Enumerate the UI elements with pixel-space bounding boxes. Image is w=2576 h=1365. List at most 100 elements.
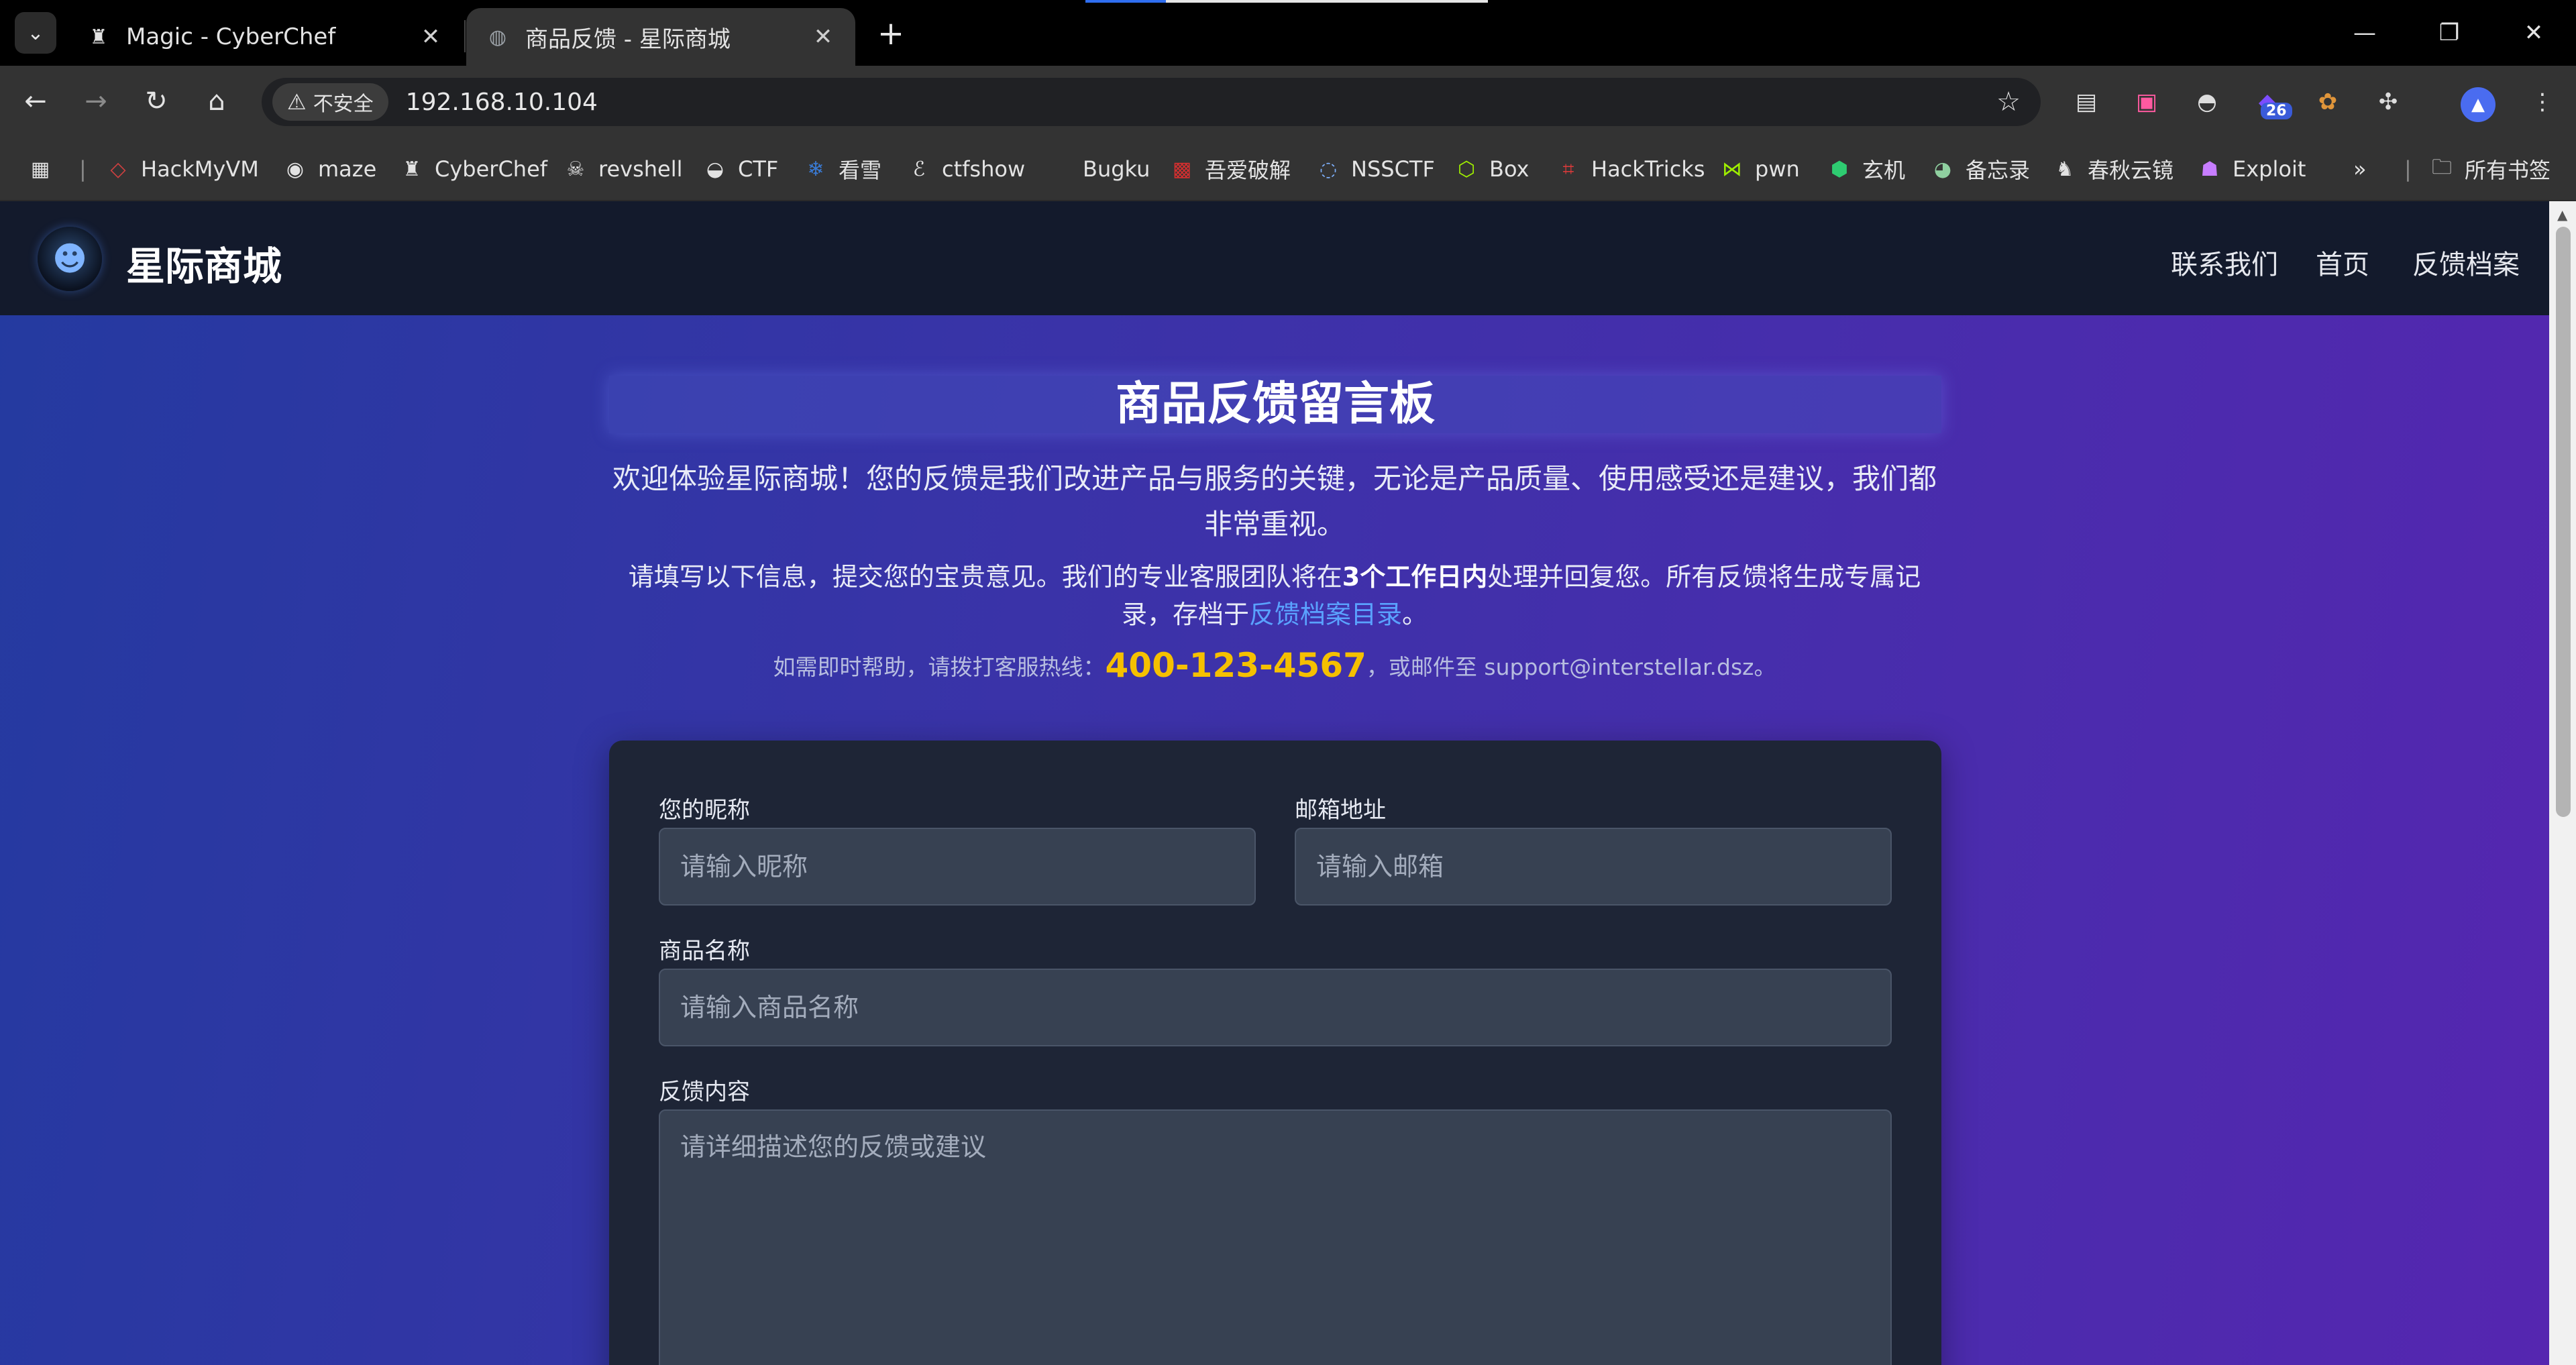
ninja-icon: ℰ: [912, 157, 926, 181]
restore-icon[interactable]: ❐: [2407, 0, 2491, 66]
bookmark-ctfshow[interactable]: ℰctfshow: [906, 150, 1025, 188]
archive-link[interactable]: 反馈档案目录: [1249, 600, 1402, 629]
more-bookmarks-icon[interactable]: »: [2353, 150, 2367, 188]
email-label: 邮箱地址: [1295, 797, 1386, 824]
email-input[interactable]: [1295, 828, 1892, 906]
folder-icon: 🗀: [2432, 155, 2452, 179]
bookmarks-divider: |: [2404, 156, 2412, 182]
nav-home[interactable]: 首页: [2316, 243, 2369, 282]
nickname-label: 您的昵称: [659, 797, 750, 824]
product-name-input[interactable]: [659, 969, 1892, 1046]
address-bar[interactable]: ⚠ 不安全 192.168.10.104 ☆: [262, 78, 2041, 126]
nav-contact[interactable]: 联系我们: [2171, 243, 2278, 282]
hacktricks-icon: ⌗: [1562, 157, 1574, 181]
tab-divider: [464, 20, 466, 52]
hotline-number: 400-123-4567: [1105, 646, 1366, 685]
bookmark-52pojie[interactable]: ▩ 吾爱破解: [1169, 150, 1291, 188]
scroll-up-icon[interactable]: ▲: [2557, 207, 2567, 223]
tab-search-button[interactable]: ⌄: [15, 12, 56, 54]
nav-feedback-archive[interactable]: 反馈档案: [2412, 243, 2520, 282]
chunqiu-icon: ♞: [2055, 157, 2074, 181]
feedback-form: 您的昵称 邮箱地址 商品名称 反馈内容: [609, 741, 1941, 1365]
bookmark-memo[interactable]: ◕ 备忘录: [1929, 150, 2030, 188]
profile-avatar-icon[interactable]: ▲: [2461, 87, 2496, 122]
bookmark-maze[interactable]: ◉ maze: [282, 150, 376, 188]
nickname-input[interactable]: [659, 828, 1256, 906]
response-time: 3个工作日内: [1342, 562, 1488, 592]
52pojie-icon: ▩: [1172, 157, 1192, 181]
bookmarks-bar: ▦ | ◇ HackMyVM ◉ maze ♜ CyberChef ☠ revshell…: [0, 135, 2576, 201]
home-icon[interactable]: ⌂: [196, 80, 237, 122]
bookmark-hackmyvm[interactable]: ◇ HackMyVM: [105, 150, 258, 188]
product-label: 商品名称: [659, 938, 750, 965]
close-icon[interactable]: ✕: [417, 23, 444, 50]
bookmark-exploit[interactable]: ☗ Exploit: [2196, 150, 2306, 188]
bookmark-nssctf[interactable]: ◌ NSSCTF: [1315, 150, 1435, 188]
xuanji-icon: ⬢: [1830, 157, 1849, 181]
feedback-textarea[interactable]: [659, 1109, 1892, 1365]
scrollbar-thumb[interactable]: [2556, 227, 2571, 817]
bookmarks-divider: |: [79, 156, 87, 182]
new-tab-button[interactable]: +: [872, 15, 910, 52]
extensions-puzzle-icon[interactable]: ✣: [2369, 83, 2407, 121]
reload-icon[interactable]: ↻: [136, 80, 177, 122]
extension-badge: 26: [2261, 103, 2292, 119]
skull-icon: ☠: [566, 157, 585, 181]
close-icon[interactable]: ✕: [810, 23, 837, 50]
browser-toolbar: ← → ↻ ⌂ ⚠ 不安全 192.168.10.104 ☆ ▤ ▣ ◓ ◆ 2…: [0, 66, 2576, 135]
window-controls: — ❐ ✕: [2322, 0, 2576, 66]
warning-icon: ⚠: [287, 89, 307, 115]
tab-title: Magic - CyberChef: [126, 23, 336, 50]
feedback-label: 反馈内容: [659, 1079, 750, 1105]
maze-icon: ◉: [286, 157, 305, 181]
astronaut-logo-icon[interactable]: ☻: [38, 227, 102, 291]
minimize-icon[interactable]: —: [2322, 0, 2407, 66]
page-viewport: ☻ 星际商城 联系我们 首页 反馈档案 商品反馈留言板 欢迎体验星际商城！您的反…: [0, 201, 2549, 1365]
all-bookmarks-folder[interactable]: 🗀 所有书签: [2428, 150, 2551, 188]
site-info-chip[interactable]: ⚠ 不安全: [272, 83, 388, 121]
bookmark-xuanji[interactable]: ⬢ 玄机: [1826, 150, 1905, 188]
bookmark-pwn[interactable]: ⋈ pwn: [1719, 150, 1800, 188]
bookmark-ctf[interactable]: ◒ CTF: [702, 150, 778, 188]
bookmark-chunqiu[interactable]: ♞ 春秋云镜: [2051, 150, 2174, 188]
cookie-extension-icon[interactable]: ✿: [2309, 83, 2347, 121]
close-window-icon[interactable]: ✕: [2491, 0, 2576, 66]
chef-hat-icon: ♜: [402, 157, 421, 181]
tab-title: 商品反馈 - 星际商城: [525, 25, 731, 53]
bookmark-bugku[interactable]: Bugku: [1046, 150, 1150, 188]
bookmark-revshell[interactable]: ☠ revshell: [562, 150, 683, 188]
bookmark-star-icon[interactable]: ☆: [1988, 82, 2029, 122]
back-icon[interactable]: ←: [15, 80, 56, 122]
intro-text: 欢迎体验星际商城！您的反馈是我们改进产品与服务的关键，无论是产品质量、使用感受还…: [612, 462, 1937, 541]
info-text: 请填写以下信息，提交您的宝贵意见。我们的专业客服团队将在3个工作日内处理并回复您…: [628, 562, 1921, 629]
chef-hat-icon: ♜: [89, 25, 108, 49]
globe-icon: ◍: [488, 25, 507, 49]
hotline-text: 如需即时帮助，请拨打客服热线：400-123-4567，或邮件至 support…: [773, 646, 1776, 685]
bookmark-box[interactable]: ⬡ Box: [1453, 150, 1529, 188]
tab-cyberchef[interactable]: ♜ Magic - CyberChef ✕: [67, 8, 463, 66]
translate-extension-icon[interactable]: ▣: [2128, 83, 2165, 121]
tab-strip: ⌄ ♜ Magic - CyberChef ✕ ◍ 商品反馈 - 星际商城 ✕ …: [0, 0, 2576, 66]
url-text[interactable]: 192.168.10.104: [406, 89, 1988, 116]
site-header: ☻ 星际商城 联系我们 首页 反馈档案: [0, 201, 2549, 315]
nssctf-icon: ◌: [1319, 157, 1338, 181]
apps-grid-icon[interactable]: ▦: [27, 150, 63, 188]
more-menu-icon[interactable]: ⋮: [2524, 83, 2561, 121]
site-brand[interactable]: 星际商城: [126, 235, 282, 291]
memo-icon: ◕: [1933, 157, 1952, 181]
hat-extension-icon[interactable]: ◓: [2188, 83, 2226, 121]
bookmark-kanxue[interactable]: ❄ 看雪: [802, 150, 881, 188]
page-scrollbar[interactable]: ▲: [2549, 201, 2576, 1365]
forward-icon[interactable]: →: [75, 80, 117, 122]
bugku-icon: [1046, 156, 1073, 182]
hackthebox-icon: ⬡: [1457, 157, 1476, 181]
kanxue-icon: ❄: [807, 157, 824, 181]
bookmark-cyberchef[interactable]: ♜ CyberChef: [398, 150, 547, 188]
document-extension-icon[interactable]: ▤: [2068, 83, 2105, 121]
page-title: 商品反馈留言板: [609, 376, 1941, 433]
tab-feedback[interactable]: ◍ 商品反馈 - 星际商城 ✕: [466, 8, 855, 66]
loading-bar: [1085, 0, 1488, 3]
bookmark-hacktricks[interactable]: ⌗ HackTricks: [1555, 150, 1705, 188]
hackmyvm-icon: ◇: [110, 157, 126, 181]
exploit-icon: ☗: [2200, 157, 2219, 181]
